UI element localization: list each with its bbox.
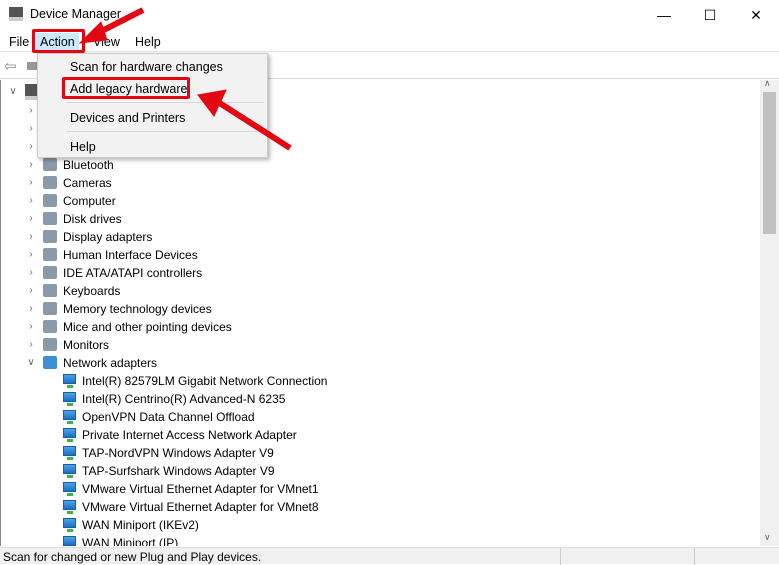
arrow-to-legacy [197,89,292,151]
annotation-arrows [78,7,292,151]
arrow-to-action [78,7,145,44]
